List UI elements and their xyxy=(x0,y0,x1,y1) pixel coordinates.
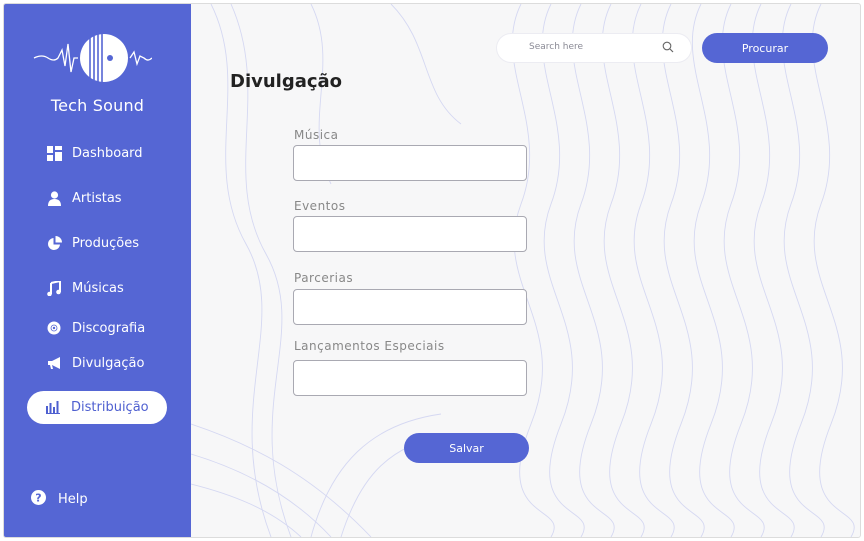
help-icon: ? xyxy=(31,490,46,509)
brand-name: Tech Sound xyxy=(50,96,145,115)
sidebar: Tech Sound Dashboard Artistas Produções … xyxy=(4,4,191,537)
eventos-field[interactable] xyxy=(293,216,527,252)
sidebar-item-musicas[interactable]: Músicas xyxy=(46,280,124,296)
main-content: Search here Procurar Divulgação Música E… xyxy=(191,4,860,537)
megaphone-icon xyxy=(46,355,62,371)
parcerias-field[interactable] xyxy=(293,289,527,325)
person-icon xyxy=(46,190,62,206)
sidebar-item-producoes[interactable]: Produções xyxy=(46,235,139,251)
sidebar-item-artistas[interactable]: Artistas xyxy=(46,190,122,206)
sidebar-item-label: Dashboard xyxy=(72,145,143,161)
field-label-eventos: Eventos xyxy=(294,199,346,213)
musica-field[interactable] xyxy=(293,145,527,181)
app-window: Tech Sound Dashboard Artistas Produções … xyxy=(3,3,861,538)
sidebar-item-label: Músicas xyxy=(72,280,124,296)
bar-chart-icon xyxy=(45,400,61,416)
search-input[interactable]: Search here xyxy=(529,42,583,52)
search-icon[interactable] xyxy=(662,41,674,53)
sidebar-item-label: Artistas xyxy=(72,190,122,206)
help-label: Help xyxy=(58,492,88,507)
sidebar-item-label: Produções xyxy=(72,235,139,251)
help-link[interactable]: ? Help xyxy=(31,490,88,509)
save-button[interactable]: Salvar xyxy=(404,433,529,463)
sidebar-item-divulgacao[interactable]: Divulgação xyxy=(46,355,144,371)
dashboard-icon xyxy=(46,145,62,161)
sidebar-item-label: Divulgação xyxy=(72,355,145,371)
sidebar-item-label: Distribuição xyxy=(71,400,149,415)
search-button[interactable]: Procurar xyxy=(702,33,828,63)
lancamentos-especiais-field[interactable] xyxy=(293,360,527,396)
sidebar-item-distribuicao[interactable]: Distribuição xyxy=(27,391,167,424)
search-bar[interactable]: Search here xyxy=(497,34,691,62)
pie-chart-icon xyxy=(46,235,62,251)
field-label-musica: Música xyxy=(294,128,339,142)
sidebar-item-discografia[interactable]: Discografia xyxy=(46,320,145,336)
sidebar-item-dashboard[interactable]: Dashboard xyxy=(46,145,143,161)
page-title: Divulgação xyxy=(230,71,343,92)
field-label-lancamentos-especiais: Lançamentos Especiais xyxy=(294,339,445,353)
disc-icon xyxy=(46,320,62,336)
svg-text:?: ? xyxy=(35,492,41,505)
logo xyxy=(33,34,152,82)
music-note-icon xyxy=(46,280,62,296)
field-label-parcerias: Parcerias xyxy=(294,271,354,285)
sidebar-item-label: Discografia xyxy=(72,320,146,336)
